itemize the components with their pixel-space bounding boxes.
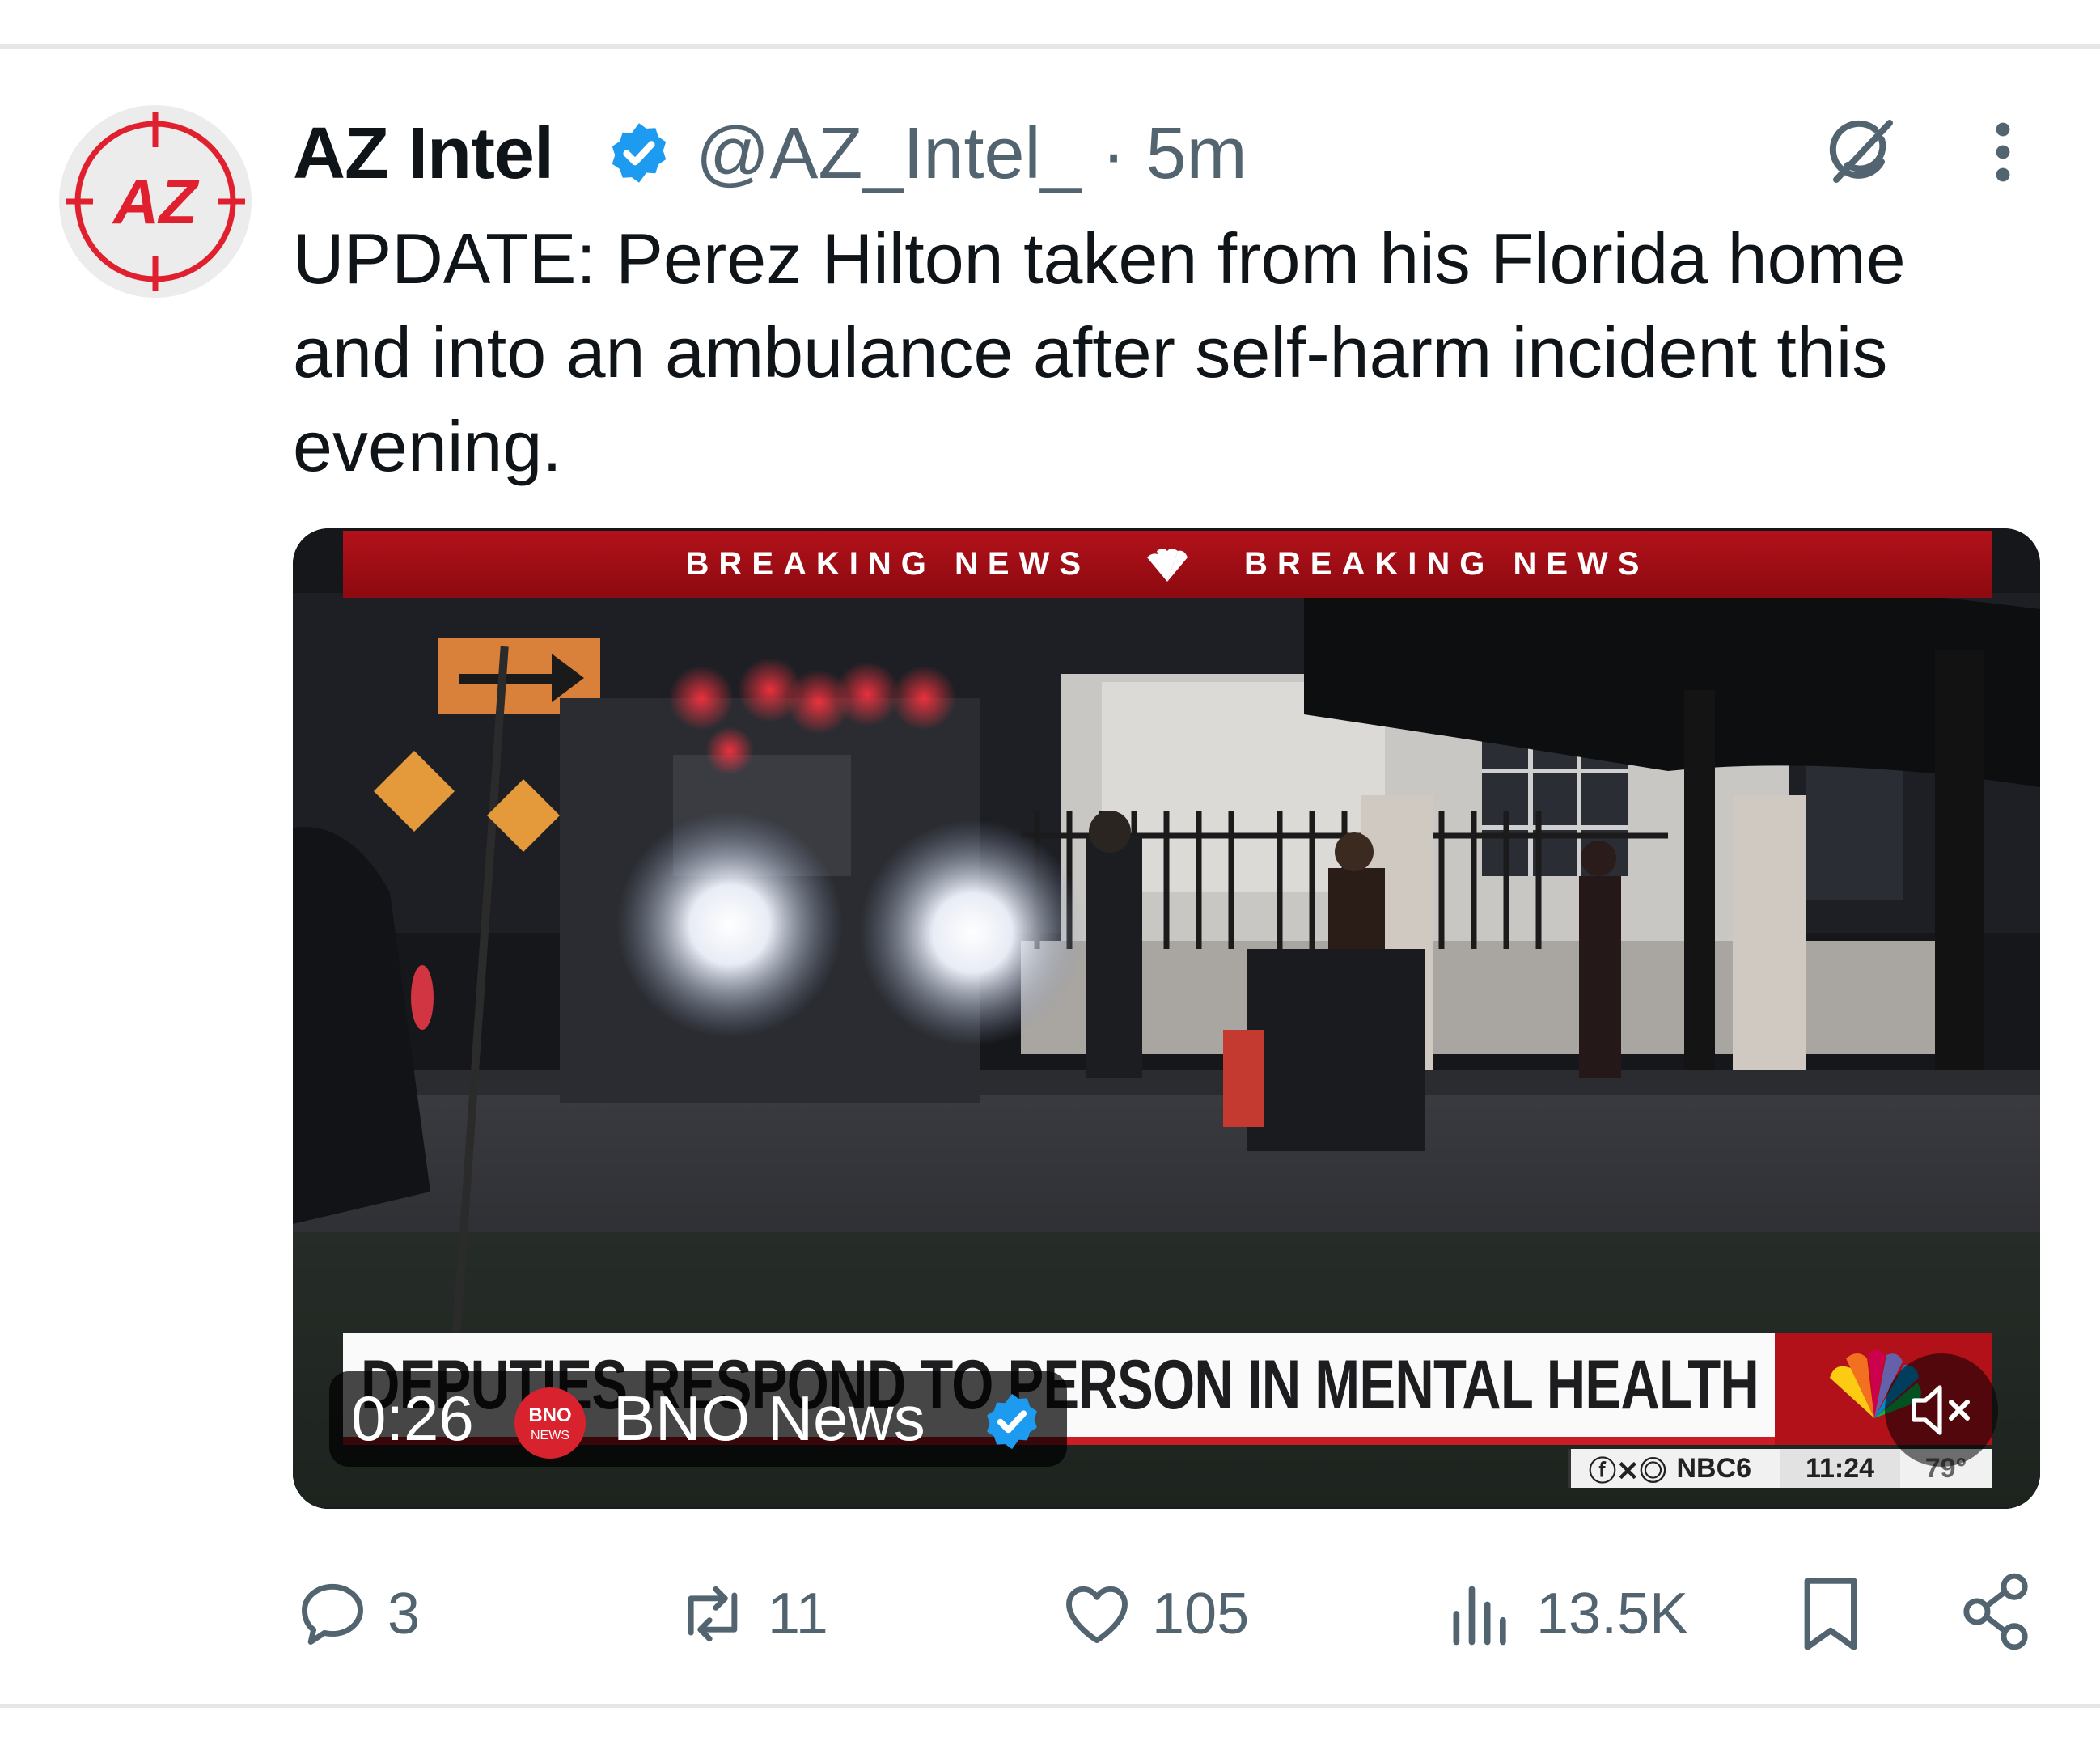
peacock-icon — [1147, 548, 1188, 582]
author-handle-and-time[interactable]: @AZ_Intel_ · 5m — [696, 113, 1247, 194]
ticker-social: ⓕ✕◎ NBC6 — [1568, 1449, 1780, 1488]
svg-text:BNO: BNO — [528, 1404, 571, 1426]
views-chart-icon — [1453, 1586, 1506, 1646]
more-options-icon[interactable] — [1984, 120, 2022, 184]
author-avatar[interactable]: AZ — [59, 105, 252, 298]
share-icon[interactable] — [1958, 1571, 2034, 1652]
bno-news-logo-icon: BNO NEWS — [514, 1387, 586, 1459]
avatar-text: AZ — [112, 166, 200, 237]
breaking-news-text: BREAKING NEWS BREAKING NEWS — [343, 531, 1992, 598]
like-button[interactable]: 105 — [1060, 1569, 1249, 1658]
mute-button[interactable] — [1885, 1353, 1998, 1467]
grok-icon[interactable] — [1822, 112, 1899, 189]
reply-count: 3 — [387, 1582, 421, 1646]
source-verified-badge-icon — [987, 1393, 1037, 1450]
social-icons: ⓕ✕◎ — [1589, 1455, 1667, 1487]
top-divider — [0, 44, 2100, 49]
ticker-time: 11:24 — [1780, 1449, 1900, 1488]
tweet-actions-bar: 3 11 105 13.5K — [0, 1569, 2100, 1658]
ticker-station: NBC6 — [1676, 1452, 1752, 1484]
repost-button[interactable]: 11 — [675, 1569, 828, 1658]
repost-count: 11 — [768, 1582, 828, 1646]
reply-button[interactable]: 3 — [295, 1569, 420, 1658]
tweet-text: UPDATE: Perez Hilton taken from his Flor… — [293, 218, 1906, 486]
verified-badge-icon — [612, 123, 667, 183]
speaker-muted-icon — [1912, 1385, 1970, 1435]
heart-icon — [1066, 1586, 1128, 1644]
bookmark-icon[interactable] — [1797, 1574, 1864, 1654]
bottom-divider — [0, 1704, 2100, 1708]
video-source-name[interactable]: BNO News — [613, 1378, 925, 1459]
svg-text:NEWS: NEWS — [531, 1429, 569, 1442]
like-count: 105 — [1152, 1582, 1250, 1646]
repost-icon — [688, 1586, 738, 1642]
reply-icon — [302, 1583, 363, 1645]
video-duration: 0:26 — [351, 1383, 474, 1454]
video-player[interactable]: BREAKING NEWS BREAKING NEWS DEPUTIES RES… — [293, 528, 2040, 1509]
az-logo-icon: AZ — [66, 112, 245, 291]
views-count: 13.5K — [1536, 1582, 1689, 1646]
breaking-news-left-label: BREAKING NEWS — [685, 546, 1090, 582]
author-name[interactable]: AZ Intel — [293, 113, 554, 194]
breaking-news-right-label: BREAKING NEWS — [1244, 546, 1649, 582]
views-button[interactable]: 13.5K — [1444, 1569, 1688, 1658]
